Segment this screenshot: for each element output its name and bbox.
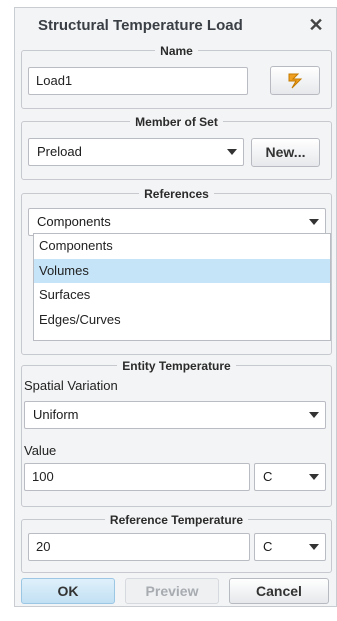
references-value: Components xyxy=(37,214,111,229)
cancel-button[interactable]: Cancel xyxy=(229,578,329,604)
member-of-set-value: Preload xyxy=(37,144,82,159)
chevron-down-icon[interactable] xyxy=(303,209,325,235)
name-legend: Name xyxy=(155,44,198,58)
chevron-down-icon[interactable] xyxy=(221,139,243,165)
list-item[interactable]: Edges/Curves xyxy=(34,308,330,333)
value-label: Value xyxy=(24,443,57,458)
set-selector-button[interactable] xyxy=(270,66,320,95)
preview-button[interactable]: Preview xyxy=(125,578,219,604)
dialog-title: Structural Temperature Load xyxy=(38,17,243,34)
temperature-unit-select[interactable]: C xyxy=(254,463,326,491)
reference-temperature-input[interactable]: 20 xyxy=(28,533,250,561)
name-group: Name Load1 xyxy=(21,44,332,109)
reference-temperature-legend: Reference Temperature xyxy=(104,513,249,527)
references-select[interactable]: Components xyxy=(28,208,326,236)
reference-temperature-unit-value: C xyxy=(263,539,273,554)
list-item[interactable]: Components xyxy=(34,234,330,259)
reference-temperature-unit-select[interactable]: C xyxy=(254,533,326,561)
chevron-down-icon[interactable] xyxy=(303,402,325,428)
member-of-set-legend: Member of Set xyxy=(130,115,223,129)
list-item[interactable]: Surfaces xyxy=(34,283,330,308)
chevron-down-icon[interactable] xyxy=(303,464,325,490)
reference-temperature-group: Reference Temperature 20 C xyxy=(21,513,332,573)
ok-button[interactable]: OK xyxy=(21,578,115,604)
name-input[interactable]: Load1 xyxy=(28,67,248,95)
entity-temperature-legend: Entity Temperature xyxy=(117,359,236,373)
spatial-variation-value: Uniform xyxy=(33,407,79,422)
spatial-variation-label: Spatial Variation xyxy=(24,378,118,393)
spatial-variation-select[interactable]: Uniform xyxy=(24,401,326,429)
new-set-button[interactable]: New... xyxy=(251,138,320,167)
temperature-value-input[interactable]: 100 xyxy=(24,463,250,491)
arrow-selector-icon xyxy=(288,73,303,89)
member-of-set-group: Member of Set Preload New... xyxy=(21,115,332,180)
member-of-set-select[interactable]: Preload xyxy=(28,138,244,166)
list-item-selected[interactable]: Volumes xyxy=(34,258,330,283)
temperature-unit-value: C xyxy=(263,469,273,484)
structural-temperature-load-dialog: Structural Temperature Load ✕ Name Load1… xyxy=(14,7,337,607)
references-dropdown-list: Components Volumes Surfaces Edges/Curves xyxy=(33,233,331,341)
title-bar: Structural Temperature Load ✕ xyxy=(15,8,336,42)
chevron-down-icon[interactable] xyxy=(303,534,325,560)
entity-temperature-group: Entity Temperature Spatial Variation Uni… xyxy=(21,359,332,507)
references-legend: References xyxy=(139,187,214,201)
close-icon[interactable]: ✕ xyxy=(305,14,327,36)
